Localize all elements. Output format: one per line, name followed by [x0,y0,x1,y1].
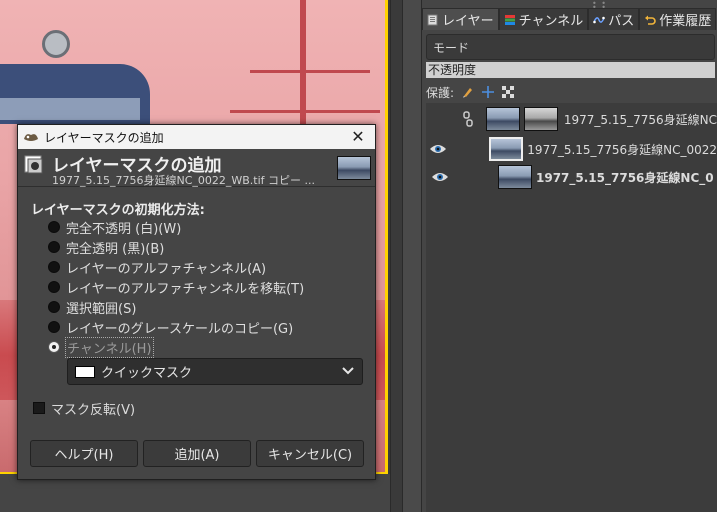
visibility-toggle[interactable] [426,163,454,191]
lock-row: 保護: [426,83,515,101]
radio-label: レイヤーのアルファチャンネル(A) [66,261,267,277]
lock-position-icon[interactable] [482,86,495,98]
layer-mask-icon [24,155,43,174]
radio-label: レイヤーのグレースケールのコピー(G) [66,321,294,337]
layer-thumbnail [485,107,520,131]
chain-toggle[interactable] [454,163,498,191]
add-layer-mask-dialog: レイヤーマスクの追加 ✕ レイヤーマスクの追加 1977_5.15_7756身延… [17,124,376,480]
dialog-header-subtitle: 1977_5.15_7756身延線NC_0022_WB.tif コピー ... [52,174,316,187]
radio-label: レイヤーのアルファチャンネルを移転(T) [66,281,305,297]
close-icon[interactable]: ✕ [349,127,367,147]
lock-label: 保護: [426,85,455,100]
radio-channel[interactable]: チャンネル(H) [48,336,154,358]
layer-row[interactable]: 1977_5.15_7756身延線NC_0022 [426,135,717,163]
visibility-toggle[interactable] [426,135,451,163]
visibility-toggle[interactable] [426,105,449,133]
tab-undo-history[interactable]: 作業履歴 [639,8,717,30]
chain-link-icon [462,111,473,127]
layers-dock: • • • • レイヤー チャンネル パス 作業履歴 モード 不透明度 保護: [422,0,717,512]
opacity-slider[interactable]: 不透明度 [426,62,715,78]
paths-icon [593,16,606,23]
tab-channels[interactable]: チャンネル [498,8,589,30]
add-button[interactable]: 追加(A) [143,440,251,467]
cancel-button[interactable]: キャンセル(C) [256,440,364,467]
init-method-label: レイヤーマスクの初期化方法: [31,203,205,218]
tab-paths[interactable]: パス [588,8,640,30]
radio-transfer-alpha[interactable]: レイヤーのアルファチャンネルを移転(T) [48,278,305,297]
mode-label: モード [433,41,470,55]
channel-swatch [75,365,95,378]
layer-mode-select[interactable]: モード [426,34,715,60]
radio-label: 選択範囲(S) [66,301,137,317]
dialog-titlebar[interactable]: レイヤーマスクの追加 ✕ [18,125,375,149]
gimp-app-icon [24,134,38,141]
lock-pixels-icon[interactable] [462,86,474,98]
tab-label: パス [608,14,635,29]
radio-selection[interactable]: 選択範囲(S) [48,298,137,317]
opacity-label: 不透明度 [428,63,477,77]
radio-label: チャンネル(H) [65,336,154,358]
radio-indicator [48,261,60,273]
radio-indicator-selected [48,341,60,353]
dialog-header: レイヤーマスクの追加 1977_5.15_7756身延線NC_0022_WB.t… [18,149,375,187]
catenary-wire [250,70,370,73]
layer-thumbnail [498,165,532,189]
layer-row[interactable]: 1977_5.15_7756身延線NC [426,105,717,133]
dock-grip[interactable]: • • • • [592,0,612,12]
tab-label: 作業履歴 [659,14,712,29]
channels-icon [504,14,515,25]
layers-icon [427,14,438,25]
radio-label: 完全不透明 (白)(W) [66,221,182,237]
lock-alpha-icon[interactable] [502,86,515,98]
chain-toggle[interactable] [451,135,490,163]
layer-thumbnail [489,137,524,161]
dock-splitter[interactable] [402,0,422,512]
layer-mask-thumbnail [523,107,558,131]
dock-tabs: レイヤー チャンネル パス 作業履歴 [422,8,717,30]
locomotive-headlamp [42,30,70,58]
eye-icon [432,173,448,181]
add-button-label: 追加(A) [174,448,220,463]
chain-toggle[interactable] [449,105,486,133]
layer-name: 1977_5.15_7756身延線NC_0 [536,170,714,185]
layer-name: 1977_5.15_7756身延線NC_0022 [527,142,717,157]
layers-list: 1977_5.15_7756身延線NC 1977_5.15_7756身延線NC_… [426,103,717,512]
tab-label: チャンネル [518,14,584,29]
radio-indicator [48,301,60,313]
canvas-vertical-scrollbar[interactable] [390,0,402,512]
undo-history-icon [645,15,656,25]
window-title: レイヤーマスクの追加 [44,130,164,145]
radio-indicator [48,221,60,233]
checkbox-box [33,402,45,414]
radio-grayscale-copy[interactable]: レイヤーのグレースケールのコピー(G) [48,318,294,337]
radio-indicator [48,321,60,333]
channel-select-value: クイックマスク [101,366,193,381]
radio-layer-alpha[interactable]: レイヤーのアルファチャンネル(A) [48,258,267,277]
radio-indicator [48,281,60,293]
catenary-wire [230,110,380,113]
locomotive-stripe [0,98,140,120]
invert-mask-label: マスク反転(V) [51,402,136,418]
cancel-button-label: キャンセル(C) [267,448,353,463]
tab-label: レイヤー [442,14,494,29]
radio-label: 完全透明 (黒)(B) [66,241,165,257]
help-button-label: ヘルプ(H) [54,448,114,463]
chevron-down-icon [342,367,354,375]
layer-name: 1977_5.15_7756身延線NC [563,112,717,127]
eye-icon [430,145,447,153]
radio-white-full-opacity[interactable]: 完全不透明 (白)(W) [48,218,182,237]
radio-indicator [48,241,60,253]
layer-boundary [385,0,388,474]
layer-row[interactable]: 1977_5.15_7756身延線NC_0 [426,163,717,191]
channel-select[interactable]: クイックマスク [67,358,363,385]
tab-layers[interactable]: レイヤー [422,8,499,30]
layer-preview-thumbnail [337,156,371,180]
radio-black-full-transparency[interactable]: 完全透明 (黒)(B) [48,238,165,257]
invert-mask-checkbox[interactable]: マスク反転(V) [33,399,136,418]
help-button[interactable]: ヘルプ(H) [30,440,138,467]
